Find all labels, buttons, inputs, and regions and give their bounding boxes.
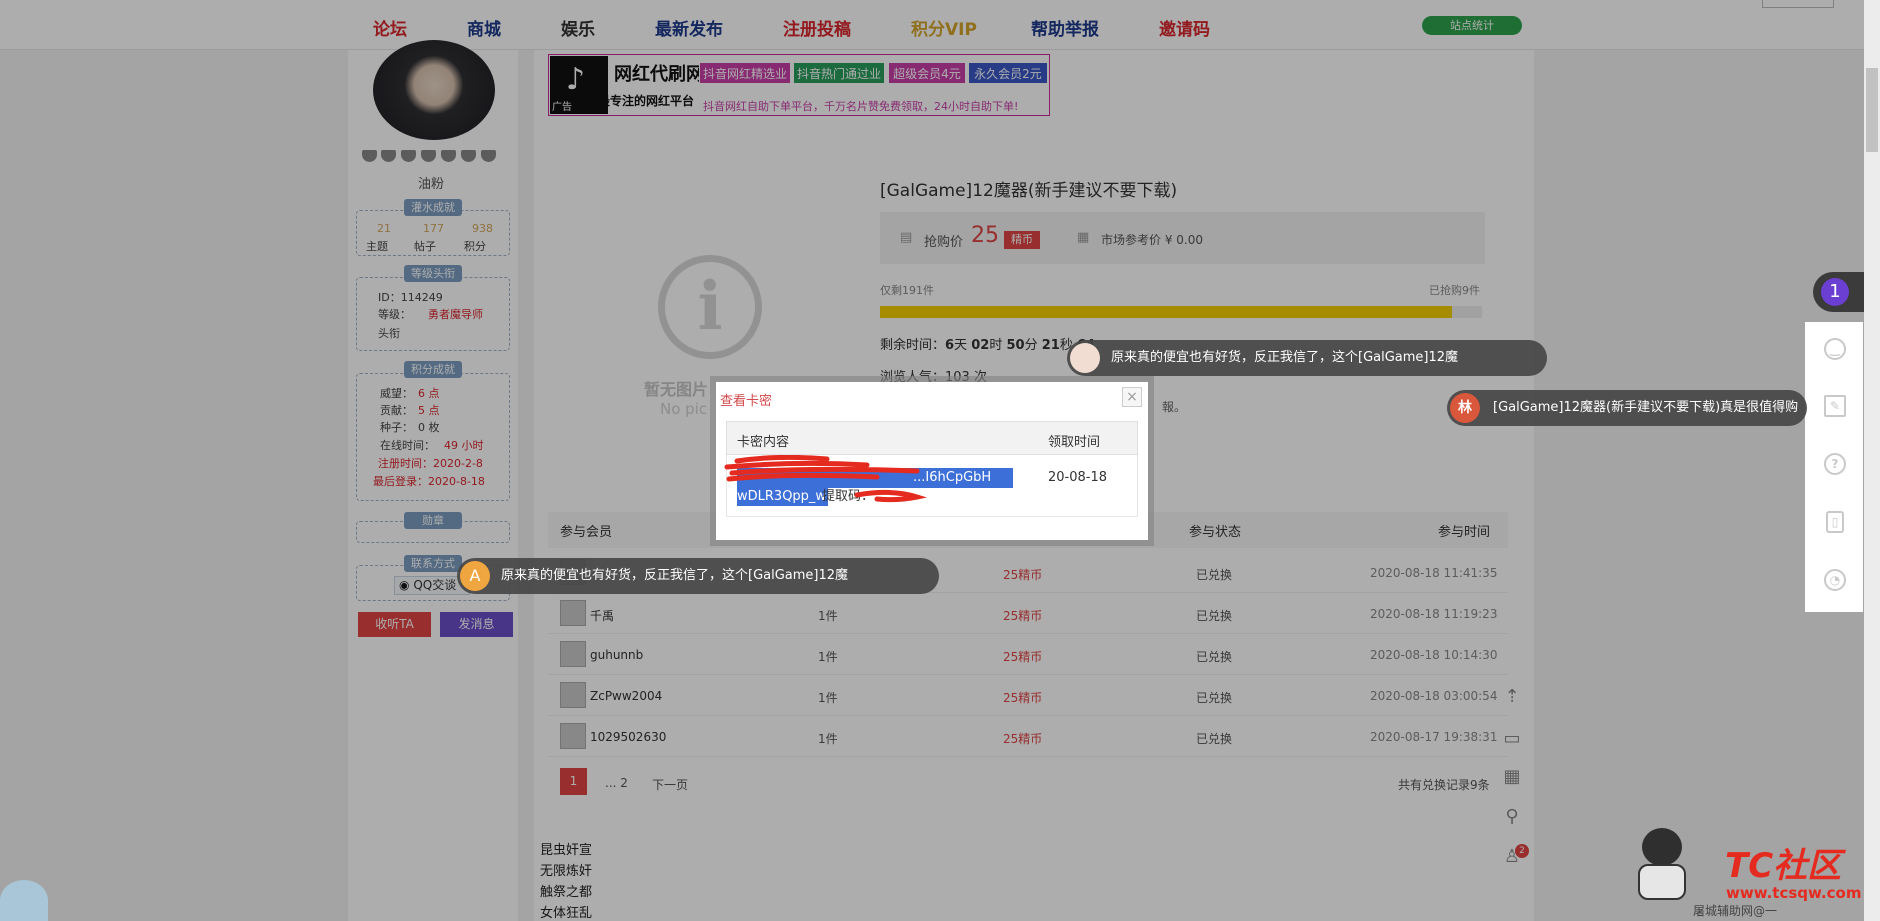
close-icon[interactable]: ×	[1122, 387, 1142, 407]
wechat-icon[interactable]: ◔	[1824, 569, 1846, 591]
dialog-table-header: 卡密内容 领取时间	[726, 421, 1138, 455]
danmu-avatar	[1070, 343, 1100, 373]
watermark-brand: TC社区	[1725, 846, 1842, 886]
claim-time: 20-08-18	[1048, 470, 1108, 485]
danmu-text: [GalGame]12魔器(新手建议不要下载)真是很值得购	[1493, 400, 1799, 415]
danmu-text: 原来真的便宜也有好货，反正我信了，这个[GalGame]12魔	[501, 568, 849, 583]
smile-icon[interactable]: ‿	[1824, 338, 1846, 360]
edit-icon[interactable]: ✎	[1824, 395, 1846, 417]
watermark-url: www.tcsqw.com	[1726, 884, 1862, 902]
dialog-table-row: ...I6hCpGbH wDLR3Qpp_w 提取码： 20-08-18	[724, 455, 1138, 517]
danmu-comment: A 原来真的便宜也有好货，反正我信了，这个[GalGame]12魔	[457, 558, 939, 594]
danmu-comment: 原来真的便宜也有好货，反正我信了，这个[GalGame]12魔	[1067, 340, 1547, 376]
corner-mascot-icon	[0, 880, 48, 921]
redaction-scribble	[724, 455, 927, 503]
danmu-comment: 林 [GalGame]12魔器(新手建议不要下载)真是很值得购	[1447, 390, 1807, 426]
counter-badge: 1	[1821, 278, 1849, 306]
col-card-content: 卡密内容	[737, 435, 790, 450]
mobile-icon[interactable]: ▯	[1826, 511, 1844, 533]
danmu-avatar: 林	[1450, 393, 1480, 423]
scrollbar-thumb[interactable]	[1866, 68, 1878, 152]
danmu-text: 原来真的便宜也有好货，反正我信了，这个[GalGame]12魔	[1111, 350, 1459, 365]
danmu-avatar: A	[460, 561, 490, 591]
col-claim-time: 领取时间	[1048, 435, 1101, 450]
watermark-mascot-icon	[1634, 824, 1690, 904]
dialog-title: 查看卡密	[720, 394, 773, 409]
watermark-sub: 屠城辅助网@一	[1693, 904, 1778, 918]
help-icon[interactable]: ?	[1824, 453, 1846, 475]
counter-pill[interactable]: 1	[1813, 272, 1865, 312]
